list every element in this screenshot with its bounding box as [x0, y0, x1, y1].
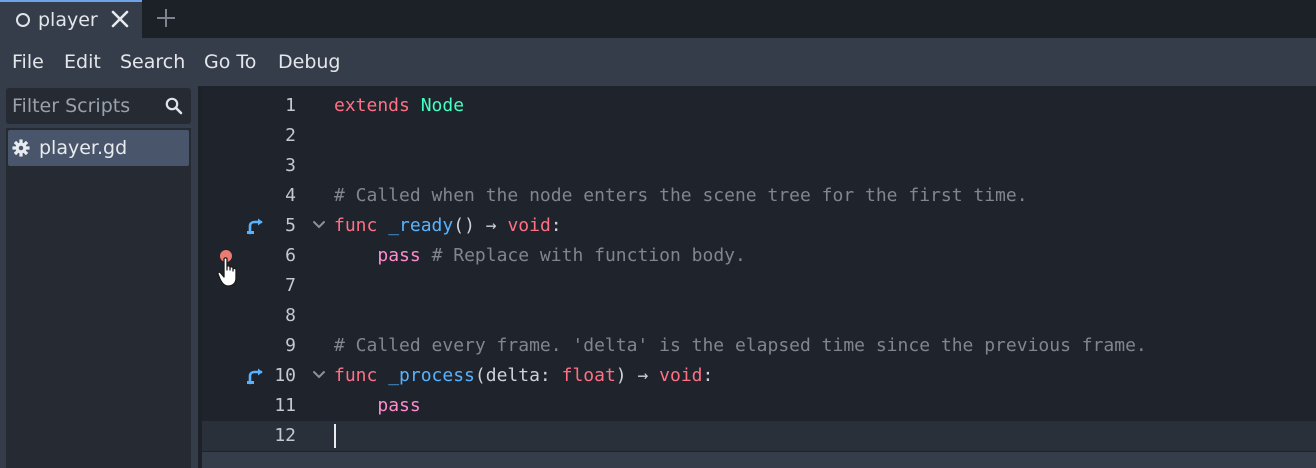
gear-icon — [12, 139, 30, 157]
pointer-hand-icon — [217, 257, 237, 287]
scripts-panel: player.gd — [0, 86, 198, 468]
fold-chevron-icon[interactable] — [312, 370, 326, 380]
script-item-label: player.gd — [39, 137, 128, 159]
fold-chevron-icon[interactable] — [312, 220, 326, 230]
code-line[interactable]: 10 func _process(delta: float) → void: — [202, 361, 1316, 391]
line-number: 5 — [285, 215, 296, 236]
filter-scripts-input[interactable] — [12, 93, 152, 119]
code-text: # Called every frame. 'delta' is the ela… — [334, 335, 1147, 356]
code-text: func _process(delta: float) → void: — [334, 365, 714, 386]
code-text: # Called when the node enters the scene … — [334, 185, 1028, 206]
line-number: 11 — [274, 395, 296, 416]
code-line[interactable]: 7 — [202, 271, 1316, 301]
line-number: 9 — [285, 335, 296, 356]
menu-file[interactable]: File — [12, 51, 44, 73]
method-override-icon[interactable] — [246, 216, 266, 236]
line-number: 4 — [285, 185, 296, 206]
method-override-icon[interactable] — [246, 366, 266, 386]
line-number: 1 — [285, 95, 296, 116]
code-line[interactable]: 8 — [202, 301, 1316, 331]
menu-go-to[interactable]: Go To — [204, 51, 256, 73]
tab-bar: player — [0, 0, 1316, 38]
editor-bottom-bar — [202, 452, 1316, 468]
code-text: extends Node — [334, 95, 465, 116]
line-number: 7 — [285, 275, 296, 296]
code-line[interactable]: 6 pass # Replace with function body. — [202, 241, 1316, 271]
line-number: 6 — [285, 245, 296, 266]
script-list: player.gd — [6, 128, 191, 468]
code-line[interactable]: 2 — [202, 121, 1316, 151]
text-caret — [334, 424, 336, 448]
line-number: 8 — [285, 305, 296, 326]
search-icon — [165, 97, 183, 115]
code-text: pass # Replace with function body. — [377, 245, 746, 266]
menu-edit[interactable]: Edit — [64, 51, 101, 73]
code-line[interactable]: 12 — [202, 421, 1316, 451]
tab-player[interactable]: player — [0, 0, 142, 38]
code-line[interactable]: 4 # Called when the node enters the scene… — [202, 181, 1316, 211]
close-icon[interactable] — [108, 7, 132, 31]
filter-box — [6, 88, 191, 124]
add-tab-icon[interactable] — [154, 6, 178, 30]
code-line[interactable]: 11 pass — [202, 391, 1316, 421]
script-item-player-gd[interactable]: player.gd — [8, 130, 189, 166]
code-text: pass — [377, 395, 421, 416]
tab-label: player — [38, 9, 98, 31]
code-line[interactable]: 5 func _ready() → void: — [202, 211, 1316, 241]
code-line[interactable]: 3 — [202, 151, 1316, 181]
line-number: 10 — [274, 365, 296, 386]
menu-debug[interactable]: Debug — [278, 51, 340, 73]
line-number: 2 — [285, 125, 296, 146]
code-text: func _ready() → void: — [334, 215, 562, 236]
code-editor[interactable]: 1 extends Node 2 3 4 # Called when the node e… — [202, 86, 1316, 452]
menu-search[interactable]: Search — [120, 51, 185, 73]
code-line[interactable]: 9 # Called every frame. 'delta' is the el… — [202, 331, 1316, 361]
line-number: 3 — [285, 155, 296, 176]
script-editor-window: player File Edit Search Go To Debug Filt… — [0, 0, 1316, 468]
unsaved-indicator-icon — [16, 13, 30, 27]
code-line[interactable]: 1 extends Node — [202, 91, 1316, 121]
line-number: 12 — [274, 425, 296, 446]
menu-bar: File Edit Search Go To Debug — [0, 38, 1316, 86]
